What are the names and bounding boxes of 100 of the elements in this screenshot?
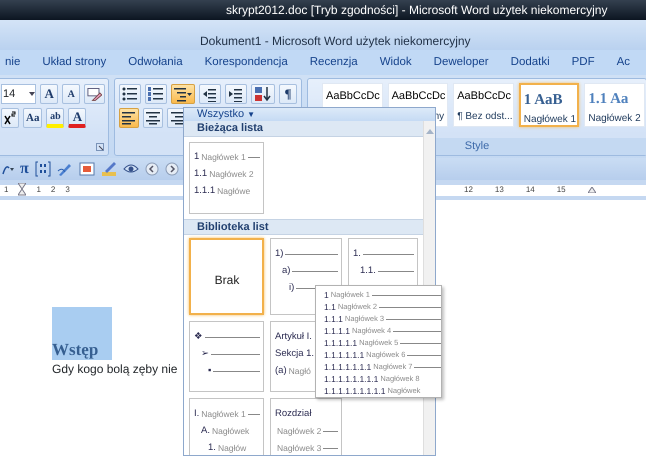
picture-frame-icon[interactable] [78,161,95,177]
ribbon-tab[interactable]: Deweloper [434,54,489,72]
pen-icon[interactable] [56,161,73,177]
list-marker: A. [201,424,210,438]
list-marker: 1 [194,150,200,164]
align-center-button[interactable] [143,108,163,128]
eye-icon[interactable] [122,163,139,175]
list-style-option[interactable]: ❖ ➢ ▪ [189,321,264,392]
ruler-number: 3 [65,184,70,196]
heading-text: Wstęp [52,340,98,360]
grow-font-button[interactable]: A [40,84,58,104]
section-header: Bieżąca lista [184,121,423,137]
list-marker: i) [289,281,294,296]
superscript-button[interactable] [1,108,19,128]
ruler-number: 12 [464,184,473,196]
align-right-icon [170,111,184,125]
sort-button[interactable] [251,84,275,104]
ribbon-tab[interactable]: Korespondencja [204,54,288,72]
style-gallery-item[interactable]: 1.1 Aa Nagłówek 2 [584,83,645,127]
matrix-icon[interactable] [34,161,51,177]
ruler-number: 14 [526,184,535,196]
clear-format-button[interactable] [84,84,105,104]
clear-format-icon [87,86,102,102]
level-label: Nagłówe [217,185,250,198]
back-icon[interactable] [144,162,159,176]
level-label: Nagłówek 1 [201,408,246,421]
list-marker: ➢ [201,347,209,362]
ribbon-tab[interactable]: Ac [616,54,630,72]
level-label: Nagłówek 2 [209,168,254,181]
multilevel-list-button[interactable] [171,84,195,104]
bullets-button[interactable] [119,84,141,104]
ruler-number: 15 [556,184,566,196]
list-marker: 1.1 [194,167,208,182]
list-marker: 1. [208,441,216,455]
style-gallery-item[interactable]: 1 AaB Nagłówek 1 [518,83,580,127]
numbered-list-icon [148,86,164,102]
list-marker: I. [194,407,200,422]
align-left-button[interactable] [119,108,139,128]
ribbon-tab[interactable]: Widok [380,54,412,72]
ribbon-tab[interactable]: Układ strony [42,54,106,72]
section-header: Biblioteka list [184,219,423,235]
list-marker: 1.1 [324,300,336,314]
bullet-list-icon [122,86,138,102]
ribbon-tab[interactable]: Recenzja [310,54,358,72]
list-marker: 1.1. [360,264,376,278]
change-case-button[interactable]: Aa [23,108,42,128]
body-text: Gdy kogo bolą zęby nie [52,361,178,378]
ruler-number: 2 [50,184,56,196]
indent-marker-icon[interactable] [18,183,26,197]
list-style-option[interactable]: Brak [189,238,264,315]
numbering-button[interactable] [145,84,167,104]
forward-icon[interactable] [164,162,179,176]
level-label: Nagłówek 2 [277,425,322,438]
level-label: Nagłówek 1 [201,151,246,164]
font-size-field[interactable]: 14 [1,84,36,104]
list-marker: ▪ [208,364,212,378]
list-marker: (a) [275,364,287,378]
right-indent-marker-icon[interactable] [588,187,596,193]
dialog-launcher-icon [96,143,104,151]
current-list-option[interactable]: 1 Nagłówek 1 1.1 Nagłówek 2 1.1.1 Nagłówe [189,142,264,214]
increase-indent-icon [228,86,244,102]
list-marker: 1.1.1 [194,184,216,198]
ribbon-tab[interactable]: Odwołania [128,54,183,72]
list-marker: 1 [324,288,329,302]
align-left-icon [122,111,136,125]
list-marker: Artykuł I. [275,330,312,344]
style-gallery-item[interactable]: AaBbCcDc ¶ Bez odst... [453,83,514,127]
level-label: Nagłó [288,365,311,378]
ruler-number: 1 [36,184,41,196]
list-marker: 1. [353,247,361,262]
font-size-value: 14 [3,86,16,102]
superscript-icon [4,111,16,125]
shrink-font-button[interactable]: A [62,84,80,104]
ruler-pencil-icon[interactable] [100,161,117,177]
decrease-indent-icon [202,86,218,102]
window-title: skrypt2012.doc [Tryb zgodności] - Microsoft Word użytek niekomercyjny [0,0,646,20]
list-style-option[interactable]: Rozdział Nagłówek 2 Nagłówek 3 [270,398,342,455]
level-label: Nagłówek 3 [277,442,322,455]
ribbon-tab[interactable]: Dodatki [510,54,550,72]
level-label: Nagłówek [212,425,250,438]
list-marker: Rozdział [275,407,312,422]
decrease-indent-button[interactable] [199,84,221,104]
document-window-title: Dokument1 - Microsoft Word użytek niekomercyjny [0,20,646,50]
list-marker: 1) [275,247,284,262]
ribbon-tab[interactable]: nie [5,54,20,72]
highlight-button[interactable]: ab [46,108,64,128]
sort-icon [254,86,272,102]
ruler-number: 1 [4,184,8,196]
ribbon-tab[interactable]: PDF [572,54,595,72]
level-label: Nagłów [218,442,246,455]
align-center-icon [146,111,160,125]
show-marks-button[interactable]: ¶ [279,84,297,104]
list-marker: a) [282,264,290,278]
increase-indent-button[interactable] [225,84,247,104]
list-style-option[interactable]: I. Nagłówek 1 A. Nagłówek 1. Nagłów [189,398,264,455]
font-color-button[interactable]: A [68,108,86,128]
dropdown-arrow-icon [29,92,36,96]
list-marker: Sekcja 1. [275,347,314,362]
pi-button[interactable]: π [20,157,29,181]
list-marker: ❖ [194,330,203,344]
